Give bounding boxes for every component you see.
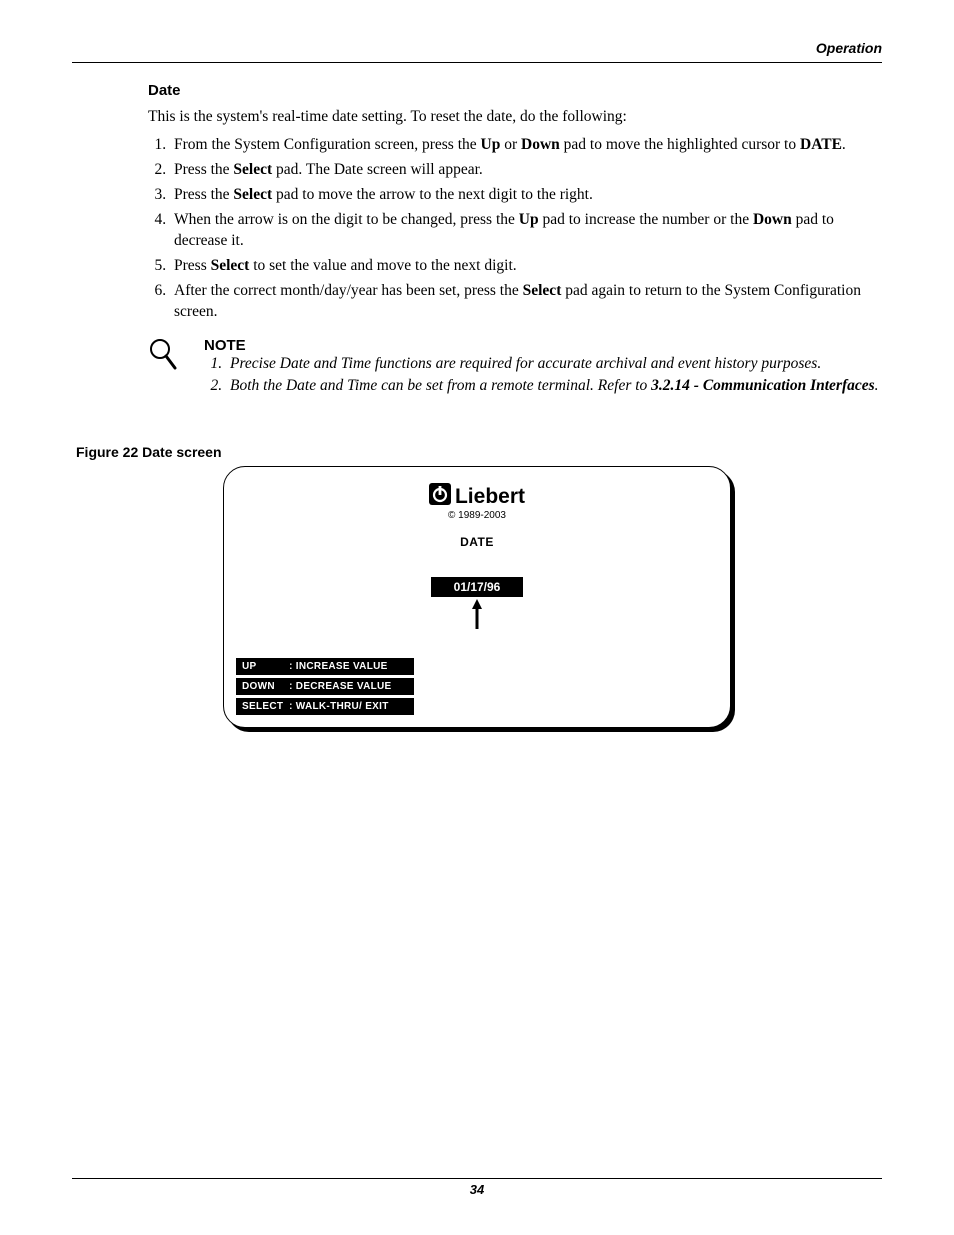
step-3-bold-select: Select (233, 186, 272, 203)
step-4-text-c: pad to increase the number or the (539, 211, 753, 228)
step-5-bold-select: Select (211, 257, 250, 274)
note-2-ref: 3.2.14 - Communication Interfaces (651, 377, 874, 394)
legend-down-key: DOWN (242, 681, 286, 692)
step-1-bold-date: DATE (800, 136, 842, 153)
legend-sep: : (286, 701, 296, 712)
date-screen: Liebert © 1989-2003 DATE 01/17/96 UP : I… (223, 466, 731, 728)
power-icon (429, 483, 451, 510)
header-section-label: Operation (816, 40, 882, 56)
note-block: NOTE Precise Date and Time functions are… (148, 337, 882, 398)
legend-sep: : (286, 661, 296, 672)
step-5: Press Select to set the value and move t… (170, 256, 882, 277)
legend-down-val: DECREASE VALUE (296, 681, 392, 692)
step-2-text-a: Press the (174, 161, 233, 178)
legend-select: SELECT : WALK-THRU/ EXIT (236, 698, 414, 715)
legend-select-key: SELECT (242, 701, 286, 712)
note-2-text-c: . (875, 377, 879, 394)
footer-rule (72, 1178, 882, 1179)
page-number: 34 (0, 1182, 954, 1197)
intro-paragraph: This is the system's real-time date sett… (148, 107, 882, 127)
steps-list: From the System Configuration screen, pr… (170, 135, 882, 322)
legend-up-key: UP (242, 661, 286, 672)
date-value-box: 01/17/96 (431, 577, 523, 597)
step-1-text-e: pad to move the highlighted cursor to (560, 136, 800, 153)
section-heading: Date (148, 82, 882, 99)
screen-title: DATE (224, 535, 730, 549)
step-6-text-a: After the correct month/day/year has bee… (174, 282, 523, 299)
step-1-bold-up: Up (481, 136, 501, 153)
magnifier-icon (148, 337, 178, 376)
step-5-text-a: Press (174, 257, 211, 274)
legend-block: UP : INCREASE VALUE DOWN : DECREASE VALU… (236, 658, 414, 715)
step-3-text-c: pad to move the arrow to the next digit … (272, 186, 593, 203)
header-rule (72, 62, 882, 63)
step-2: Press the Select pad. The Date screen wi… (170, 160, 882, 181)
brand-name: Liebert (455, 485, 525, 509)
step-5-text-c: to set the value and move to the next di… (249, 257, 516, 274)
step-4-text-a: When the arrow is on the digit to be cha… (174, 211, 519, 228)
step-3-text-a: Press the (174, 186, 233, 203)
legend-sep: : (286, 681, 296, 692)
copyright-text: © 1989-2003 (224, 510, 730, 521)
cursor-arrow-icon (470, 599, 484, 629)
legend-down: DOWN : DECREASE VALUE (236, 678, 414, 695)
step-6-bold-select: Select (523, 282, 562, 299)
main-content: Date This is the system's real-time date… (148, 82, 882, 399)
legend-up: UP : INCREASE VALUE (236, 658, 414, 675)
legend-up-val: INCREASE VALUE (296, 661, 388, 672)
step-2-text-c: pad. The Date screen will appear. (272, 161, 483, 178)
step-1-text-c: or (500, 136, 521, 153)
note-item-1: Precise Date and Time functions are requ… (226, 354, 882, 375)
note-2-text-a: Both the Date and Time can be set from a… (230, 377, 651, 394)
note-title: NOTE (204, 337, 882, 354)
step-6: After the correct month/day/year has bee… (170, 281, 882, 323)
note-list: Precise Date and Time functions are requ… (226, 354, 882, 398)
screen-logo-block: Liebert © 1989-2003 (224, 483, 730, 521)
step-3: Press the Select pad to move the arrow t… (170, 185, 882, 206)
note-item-2: Both the Date and Time can be set from a… (226, 376, 882, 397)
step-1-bold-down: Down (521, 136, 560, 153)
step-2-bold-select: Select (233, 161, 272, 178)
legend-select-val: WALK-THRU/ EXIT (296, 701, 389, 712)
step-1-text-g: . (842, 136, 846, 153)
step-4: When the arrow is on the digit to be cha… (170, 210, 882, 252)
step-1-text-a: From the System Configuration screen, pr… (174, 136, 481, 153)
step-4-bold-down: Down (753, 211, 792, 228)
logo-row: Liebert (429, 483, 525, 510)
step-4-bold-up: Up (519, 211, 539, 228)
figure-caption: Figure 22 Date screen (76, 444, 222, 460)
step-1: From the System Configuration screen, pr… (170, 135, 882, 156)
